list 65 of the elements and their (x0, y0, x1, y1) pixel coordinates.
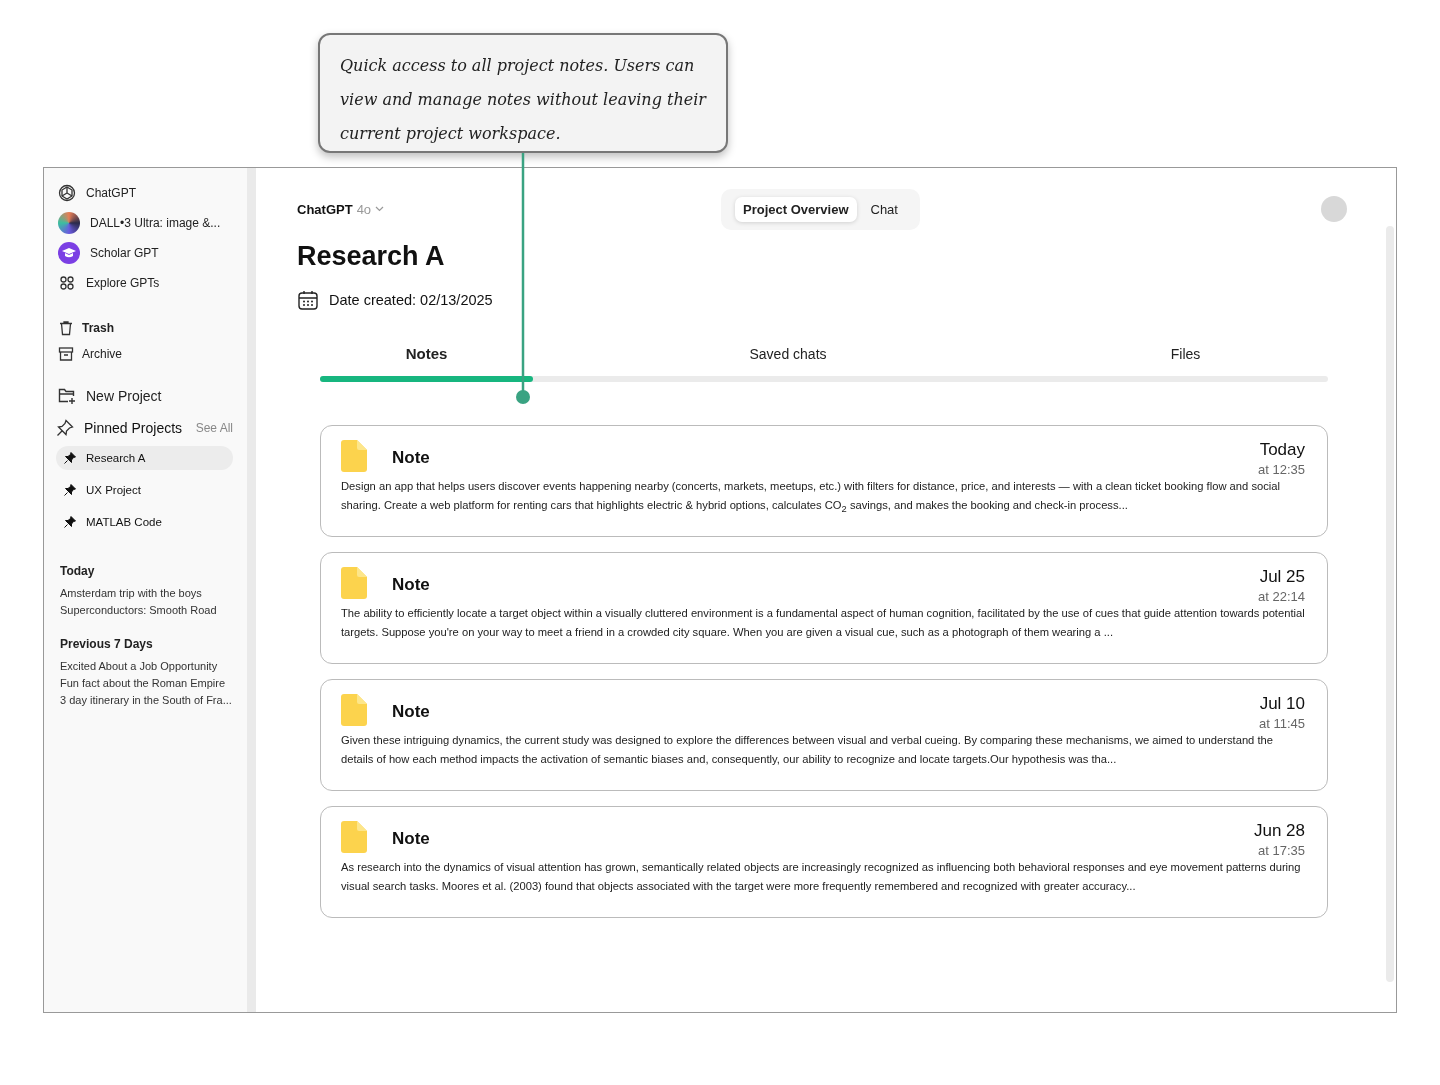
note-date: Today (1259, 440, 1305, 460)
chevron-down-icon (375, 206, 385, 212)
note-title: Note (392, 702, 431, 722)
sidebar-item[interactable]: ChatGPT (56, 182, 233, 204)
pinned-project-item[interactable]: UX Project (56, 478, 233, 502)
folder-plus-icon (58, 387, 76, 405)
pushpin-icon (64, 452, 76, 464)
note-time: at 11:45 (1258, 716, 1305, 731)
section-title: Pinned Projects (84, 420, 184, 436)
note-date: Jul 10 (1259, 694, 1305, 714)
note-card[interactable] (320, 806, 1328, 918)
grid-icon (58, 274, 76, 292)
note-time: at 12:35 (1258, 462, 1305, 477)
note-title: Note (392, 575, 431, 595)
chat-history-item[interactable]: Superconductors: Smooth Road (60, 602, 233, 619)
document-icon (341, 567, 367, 599)
document-icon (341, 440, 367, 472)
calendar-icon (297, 289, 319, 311)
pin-icon (56, 419, 74, 437)
view-toggle-option[interactable]: Project Overview (735, 196, 857, 222)
note-card[interactable] (320, 425, 1328, 537)
pushpin-icon (64, 516, 76, 528)
pinned-project-item[interactable]: MATLAB Code (56, 510, 233, 534)
chat-history-item[interactable]: 3 day itinerary in the South of Fra... (60, 692, 233, 709)
tab[interactable]: Files (1164, 341, 1207, 366)
pushpin-icon (64, 484, 76, 496)
gradient-avatar-icon (58, 212, 80, 234)
note-time: at 22:14 (1258, 589, 1305, 604)
note-card[interactable] (320, 552, 1328, 664)
note-date: Jun 28 (1253, 821, 1305, 841)
annotation-callout: Quick access to all project notes. Users can view and manage notes without leaving their current project workspace. (318, 33, 728, 153)
history-heading: Today (60, 564, 96, 578)
project-title: Research A (297, 241, 446, 273)
note-time: at 17:35 (1258, 843, 1305, 858)
sidebar-scrollbar[interactable] (247, 168, 256, 1012)
note-text: The ability to efficiently locate a target object within a visually cluttered environment is a fundamental aspect of human cognition, facilitated by the use of cues that guide attention towards potential targets. Suppose you're on your way to meet a friend in a crowded city square. When you are given a visual cue, such as a photograph of them wearing a ... (341, 606, 1305, 640)
graduation-cap-icon (58, 242, 80, 264)
note-text: Given these intriguing dynamics, the current study was designed to explore the differences between visual and verbal cueing. By comparing these mechanisms, we aimed to understand the details of how each method impacts the activation of semantic biases and, consequently, our ability to recognize and locate targets.Our hypothesis was tha... (341, 733, 1274, 767)
chat-history-item[interactable]: Excited About a Job Opportunity (60, 658, 233, 675)
view-toggle-option[interactable]: Chat (862, 196, 906, 222)
chat-history-item[interactable]: Fun fact about the Roman Empire (60, 675, 233, 692)
note-text: Design an app that helps users discover events happening nearby (concerts, markets, meetups, etc.) with filters for distance, price, and interests — with a clean ticket booking flow and social sharing. Create a web platform for renting cars that highlights electric & hybrid options, calculates CO$_{2}$ savings, and makes the booking and check-in process... (341, 479, 1281, 517)
note-title: Note (392, 448, 431, 468)
archive-box-icon (58, 346, 74, 362)
chat-history-item[interactable]: Amsterdam trip with the boys (60, 585, 233, 602)
note-date: Jul 25 (1259, 567, 1305, 587)
new-project-button[interactable]: New Project (56, 385, 233, 407)
note-card[interactable] (320, 679, 1328, 791)
logo-icon (58, 184, 76, 202)
tab[interactable]: Saved chats (743, 341, 833, 366)
date-created: Date created: 02/13/2025 (329, 292, 493, 308)
sidebar-item[interactable]: Trash (56, 317, 233, 339)
sidebar-item[interactable]: Explore GPTs (56, 272, 233, 294)
document-icon (341, 694, 367, 726)
tab[interactable]: Notes (399, 341, 454, 366)
model-selector[interactable]: ChatGPT 4o (297, 201, 721, 217)
document-icon (341, 821, 367, 853)
pinned-project-item[interactable]: Research A (56, 446, 233, 470)
note-text: As research into the dynamics of visual attention has grown, semantically related objects are increasingly recognized as influencing both behavioral responses and eye movement patterns during visual search tasks. Moores et al. (2003) found that objects associated with the target were more frequently remembered and recognized with greater accuracy... (341, 860, 1302, 894)
note-title: Note (392, 829, 431, 849)
sidebar-item[interactable]: DALL•3 Ultra: image &... (56, 212, 233, 234)
history-heading: Previous 7 Days (60, 637, 154, 651)
trash-icon (58, 320, 74, 336)
sidebar-item[interactable]: Scholar GPT (56, 242, 233, 264)
sidebar-item[interactable]: Archive (56, 343, 233, 365)
